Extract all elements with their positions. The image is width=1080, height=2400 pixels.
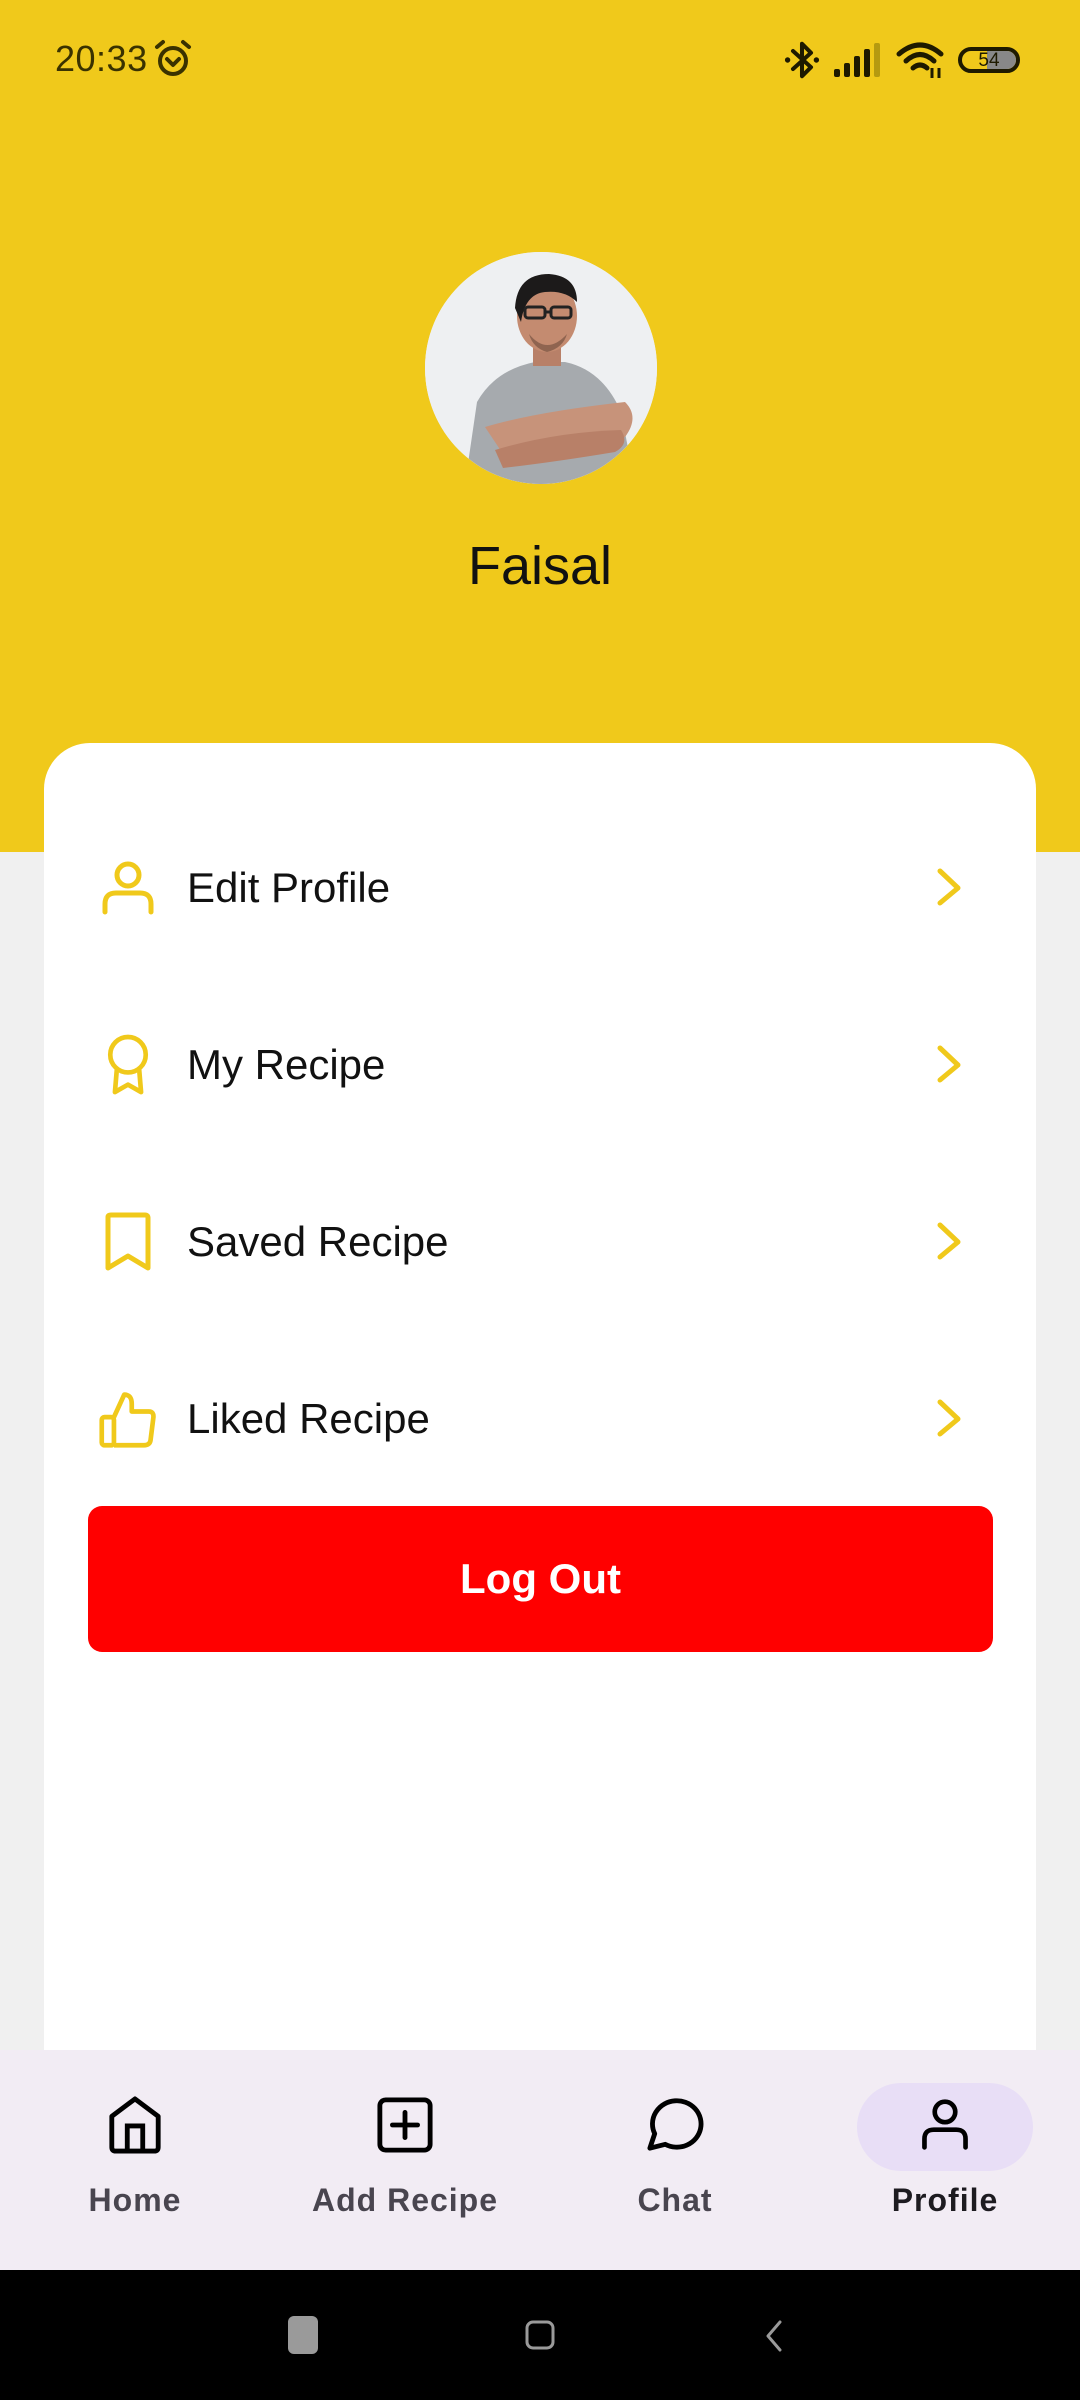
menu-item-label: Edit Profile [187, 864, 391, 911]
user-icon [917, 2097, 973, 2158]
back-icon [766, 2320, 782, 2352]
logout-button[interactable]: Log Out [88, 1506, 993, 1652]
status-time: 20:33 [55, 38, 148, 79]
chevron-right-icon [929, 1040, 969, 1090]
chat-bubble-icon [646, 2096, 704, 2159]
nav-indicator [317, 2083, 493, 2171]
chevron-right-icon [929, 1394, 969, 1444]
recents-icon [288, 2316, 318, 2354]
alarm-icon [152, 38, 194, 80]
nav-item-home[interactable]: Home [0, 2050, 270, 2270]
status-icons: 54 [784, 38, 1020, 82]
menu-item-label: Liked Recipe [187, 1395, 430, 1442]
nav-item-profile[interactable]: Profile [810, 2050, 1080, 2270]
home-nav-icon [525, 2320, 555, 2350]
status-bar: 20:33 54 [0, 0, 1080, 120]
bluetooth-icon [784, 40, 820, 80]
user-icon [98, 858, 158, 918]
home-icon [106, 2095, 164, 2160]
avatar[interactable] [425, 252, 657, 484]
nav-indicator [587, 2083, 763, 2171]
battery-level: 54 [978, 49, 1000, 71]
nav-label: Home [88, 2182, 182, 2218]
menu-item-label: My Recipe [187, 1041, 386, 1088]
nav-label: Chat [637, 2182, 713, 2218]
system-navigation-bar [0, 2270, 1080, 2400]
award-icon [98, 1034, 158, 1095]
bottom-navigation: Home Add Recipe Chat Profile [0, 2050, 1080, 2270]
chevron-right-icon [929, 1217, 969, 1267]
nav-item-chat[interactable]: Chat [540, 2050, 810, 2270]
home-button[interactable] [525, 2320, 555, 2355]
menu-item-liked-recipe[interactable]: Liked Recipe [44, 1344, 1036, 1494]
recents-button[interactable] [287, 2315, 319, 2360]
signal-icon [834, 43, 882, 77]
user-name: Faisal [467, 536, 613, 596]
menu-item-edit-profile[interactable]: Edit Profile [44, 813, 1036, 963]
nav-label: Profile [891, 2182, 999, 2218]
avatar-photo [425, 252, 657, 484]
back-button[interactable] [764, 2320, 784, 2357]
wifi-icon [896, 42, 944, 78]
battery-icon: 54 [958, 47, 1020, 73]
nav-item-add-recipe[interactable]: Add Recipe [270, 2050, 540, 2270]
nav-indicator-active [857, 2083, 1033, 2171]
bookmark-icon [98, 1212, 158, 1272]
chevron-right-icon [929, 863, 969, 913]
menu-item-label: Saved Recipe [187, 1218, 449, 1265]
nav-label: Add Recipe [311, 2182, 499, 2218]
plus-square-icon [376, 2096, 434, 2159]
thumbs-up-icon [98, 1389, 158, 1449]
menu-item-my-recipe[interactable]: My Recipe [44, 990, 1036, 1140]
nav-indicator [47, 2083, 223, 2171]
menu-item-saved-recipe[interactable]: Saved Recipe [44, 1167, 1036, 1317]
